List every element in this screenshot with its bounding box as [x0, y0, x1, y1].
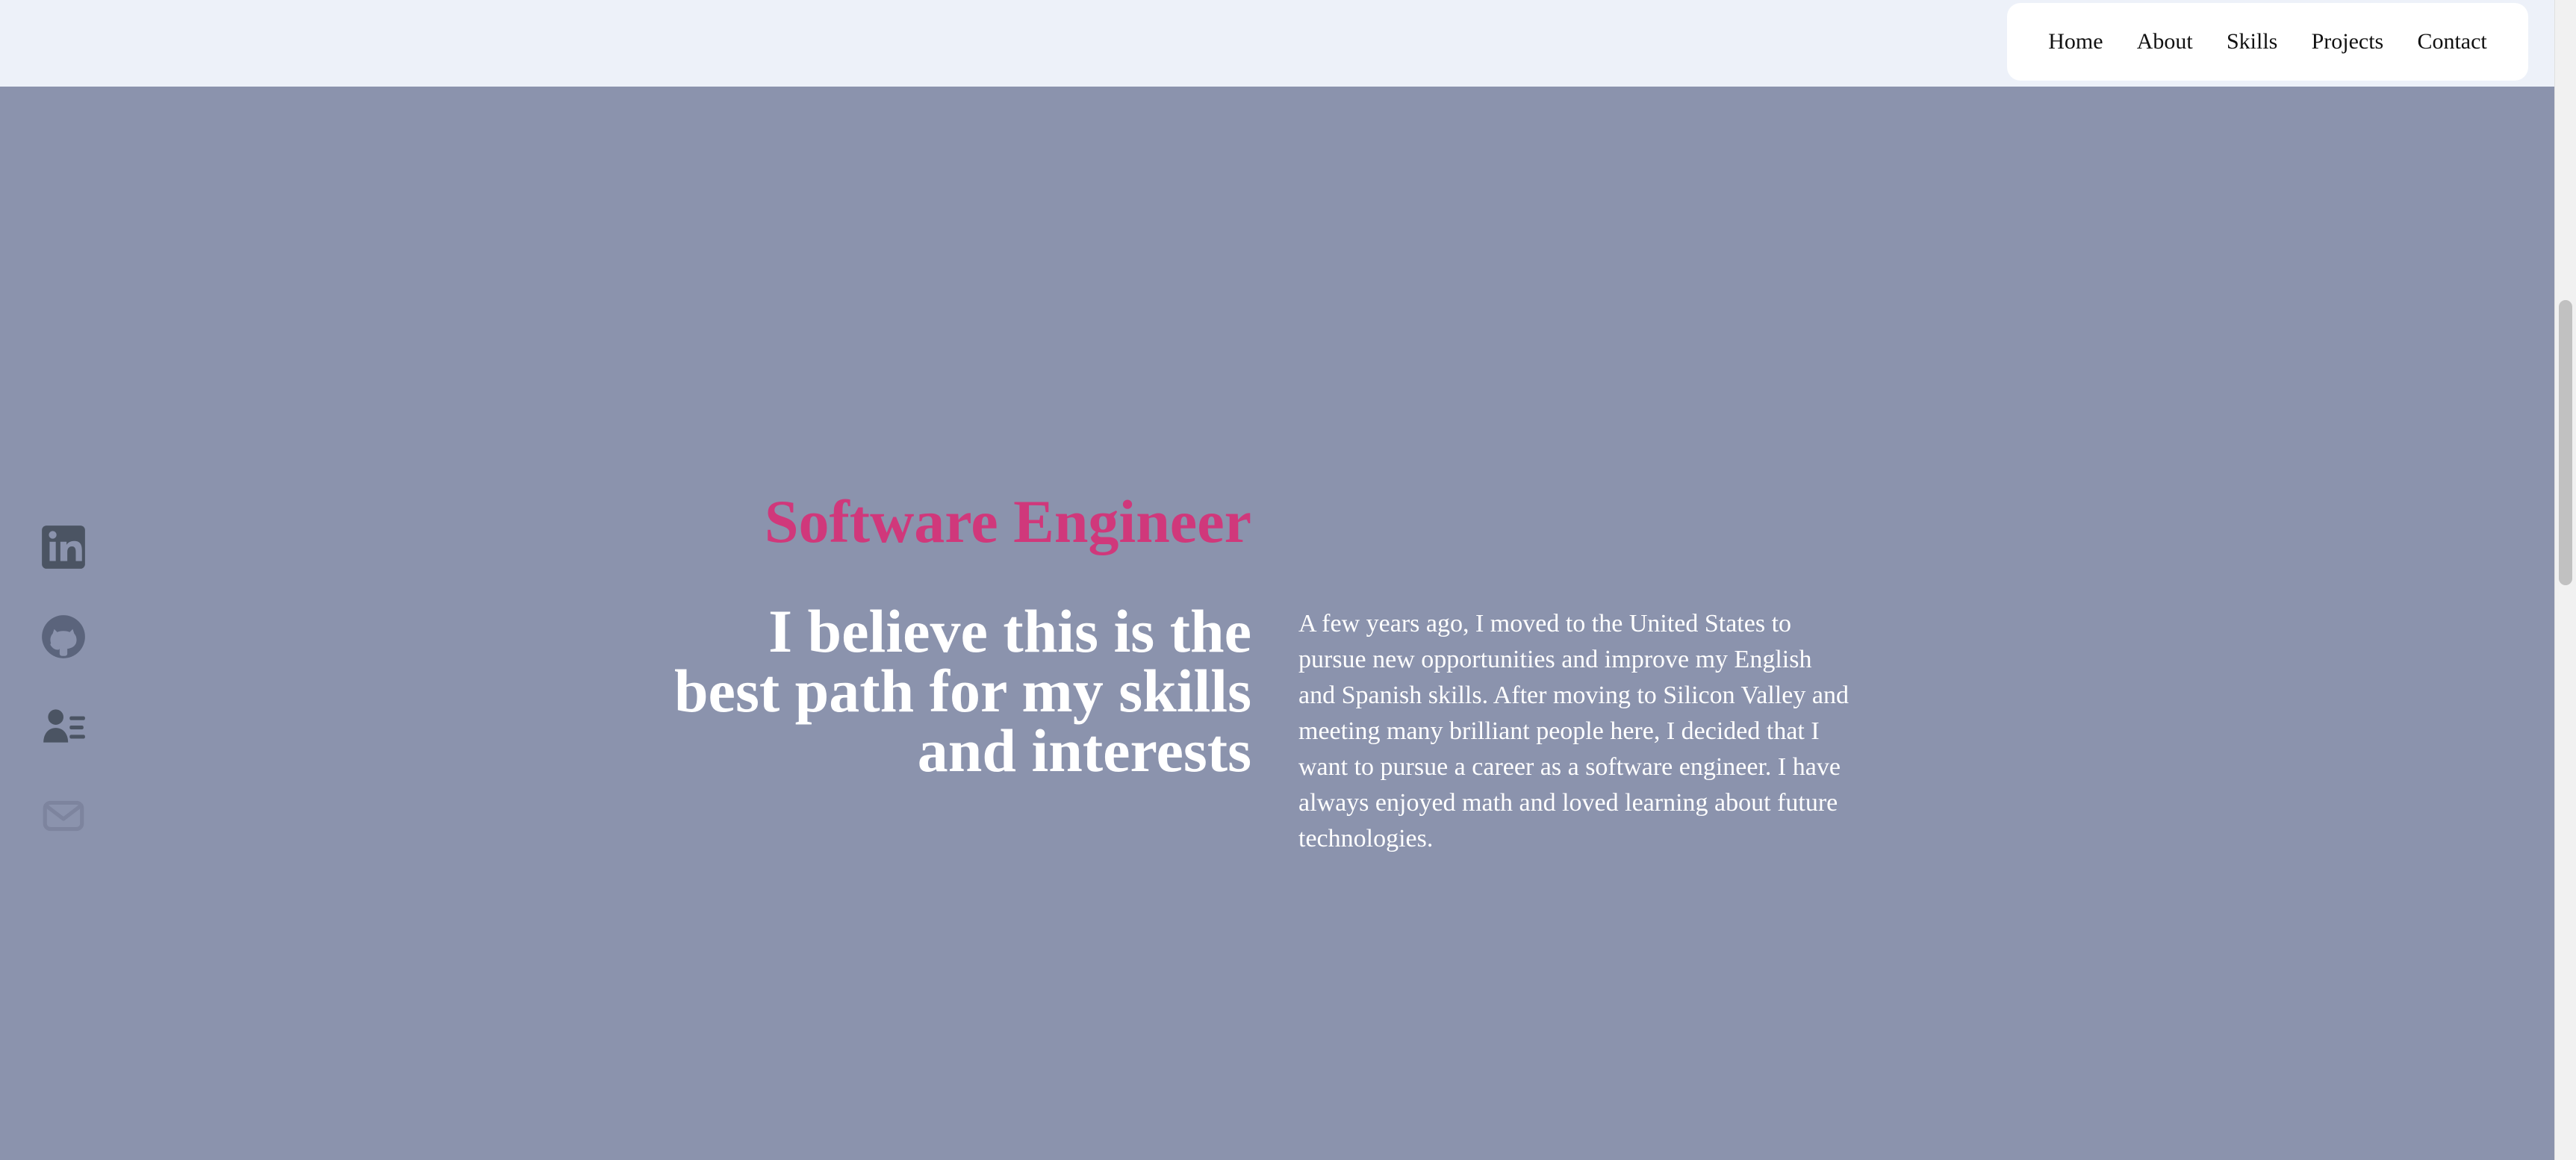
- github-icon: [42, 615, 85, 658]
- role-title: Software Engineer: [764, 487, 1251, 555]
- linkedin-link[interactable]: [39, 523, 88, 572]
- top-header: Home About Skills Projects Contact: [0, 0, 2554, 87]
- nav-about-link[interactable]: About: [2137, 29, 2193, 54]
- about-bio: A few years ago, I moved to the United S…: [1298, 610, 1849, 852]
- nav-contact-link[interactable]: Contact: [2417, 29, 2486, 54]
- vertical-scrollbar[interactable]: [2554, 0, 2576, 1160]
- social-links: [39, 523, 88, 881]
- mail-icon: [43, 800, 84, 832]
- main-navigation: Home About Skills Projects Contact: [2007, 3, 2528, 81]
- resume-icon: [43, 709, 85, 743]
- linkedin-icon: [42, 526, 85, 569]
- mail-link[interactable]: [39, 791, 88, 841]
- nav-home-link[interactable]: Home: [2048, 29, 2103, 54]
- scrollbar-thumb[interactable]: [2559, 300, 2572, 585]
- career-headline: I believe this is the best path for my s…: [673, 597, 1251, 785]
- nav-projects-link[interactable]: Projects: [2312, 29, 2384, 54]
- resume-link[interactable]: [39, 702, 88, 751]
- github-link[interactable]: [39, 612, 88, 661]
- nav-skills-link[interactable]: Skills: [2227, 29, 2277, 54]
- portfolio-page: Home About Skills Projects Contact Softw…: [0, 0, 2576, 1160]
